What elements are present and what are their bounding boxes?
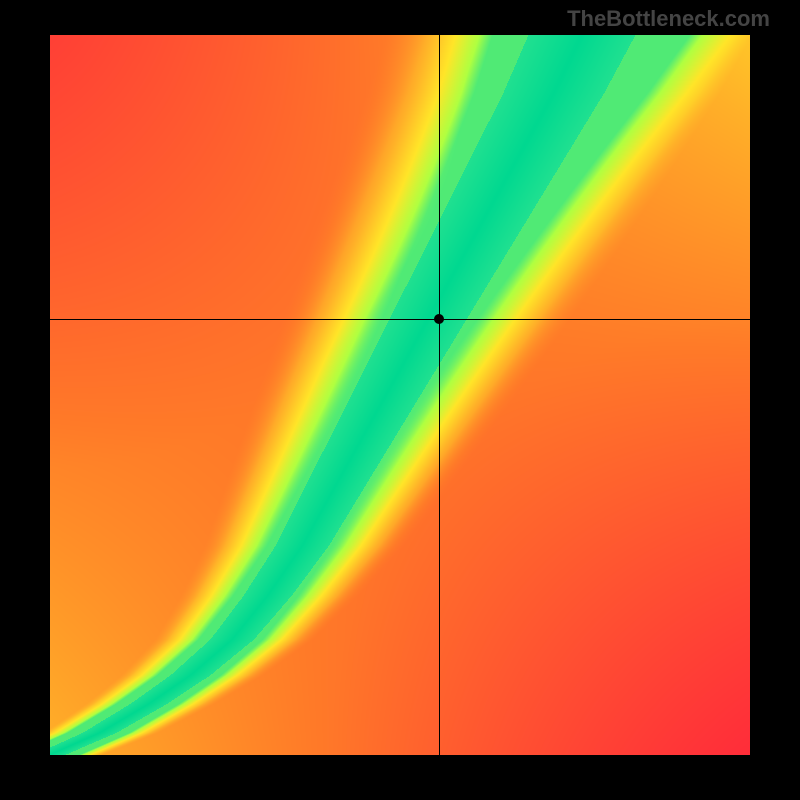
crosshair-marker — [434, 314, 444, 324]
watermark-text: TheBottleneck.com — [567, 6, 770, 32]
crosshair-vertical — [439, 35, 440, 755]
chart-container: TheBottleneck.com — [0, 0, 800, 800]
plot-area[interactable] — [50, 35, 750, 755]
heatmap-canvas — [50, 35, 750, 755]
crosshair-horizontal — [50, 319, 750, 320]
